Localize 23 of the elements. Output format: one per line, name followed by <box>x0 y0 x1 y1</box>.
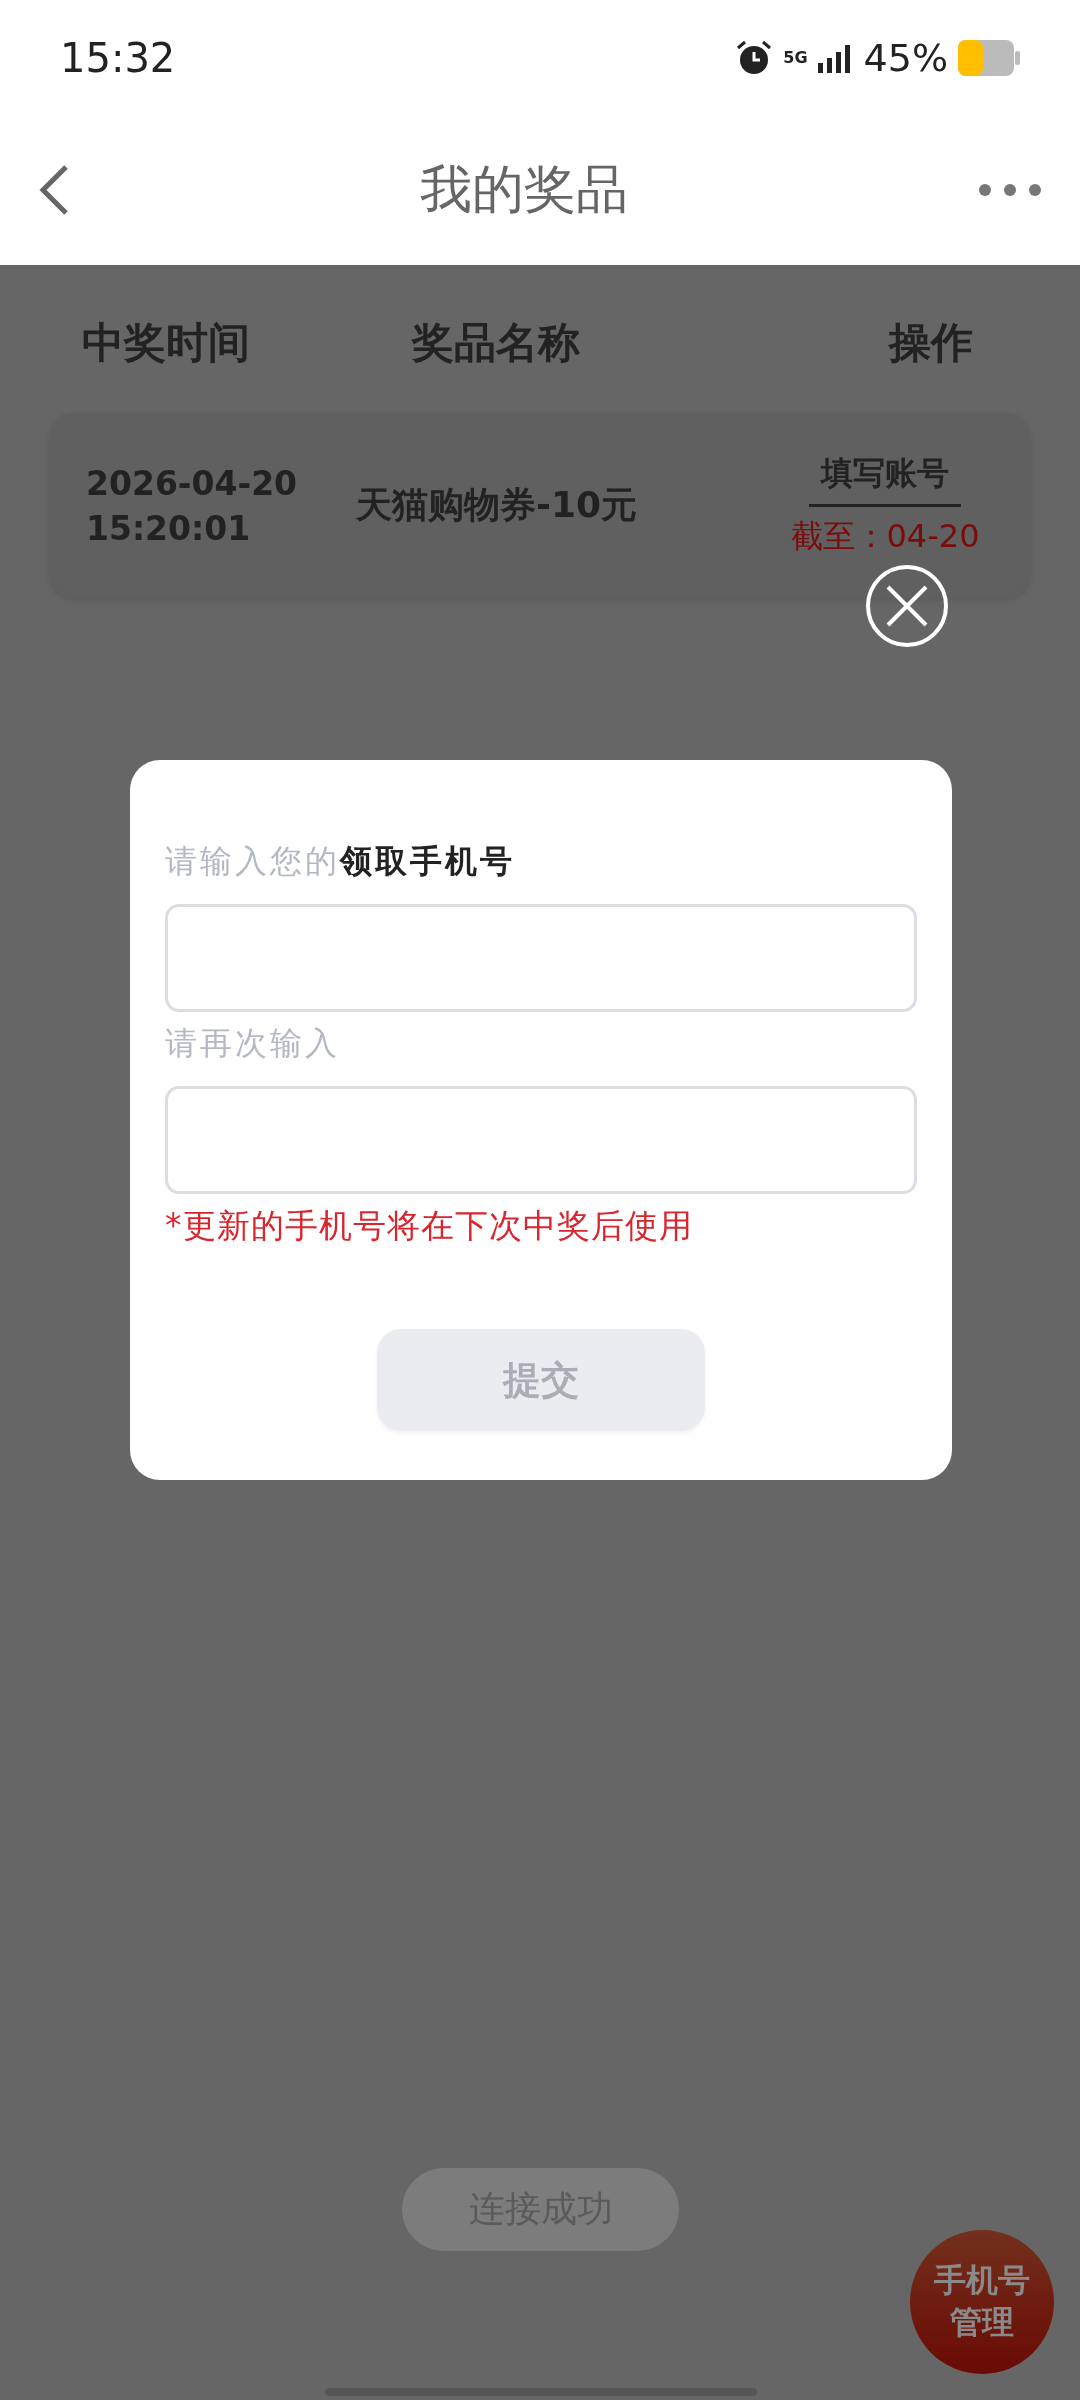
phone-manage-button[interactable]: 手机号 管理 <box>910 2230 1054 2374</box>
fill-account-link[interactable]: 填写账号 <box>809 452 961 507</box>
battery-percent: 45% <box>863 35 948 80</box>
update-note: *更新的手机号将在下次中奖后使用 <box>165 1205 694 1247</box>
confirm-input-field[interactable] <box>165 1086 917 1194</box>
battery-icon <box>958 39 1020 76</box>
close-icon[interactable] <box>866 565 948 647</box>
win-date: 2026-04-20 <box>86 463 299 503</box>
back-icon[interactable] <box>38 164 70 216</box>
network-label: 5G <box>783 48 808 67</box>
column-header: 操作 <box>889 317 973 369</box>
phone-prompt: 请输入您的领取手机号 <box>165 841 516 882</box>
column-header: 奖品名称 <box>412 317 580 369</box>
column-header: 中奖时间 <box>82 317 250 369</box>
status-time: 15:32 <box>60 34 176 81</box>
phone-input-field[interactable] <box>165 904 917 1012</box>
deadline-text: 截至：04-20 <box>790 516 980 557</box>
confirm-label: 请再次输入 <box>165 1023 341 1064</box>
page-title: 我的奖品 <box>420 158 628 221</box>
more-icon[interactable] <box>978 183 1042 197</box>
win-time: 15:20:01 <box>86 508 252 548</box>
prize-name: 天猫购物券-10元 <box>356 483 639 527</box>
alarm-icon <box>735 38 774 77</box>
